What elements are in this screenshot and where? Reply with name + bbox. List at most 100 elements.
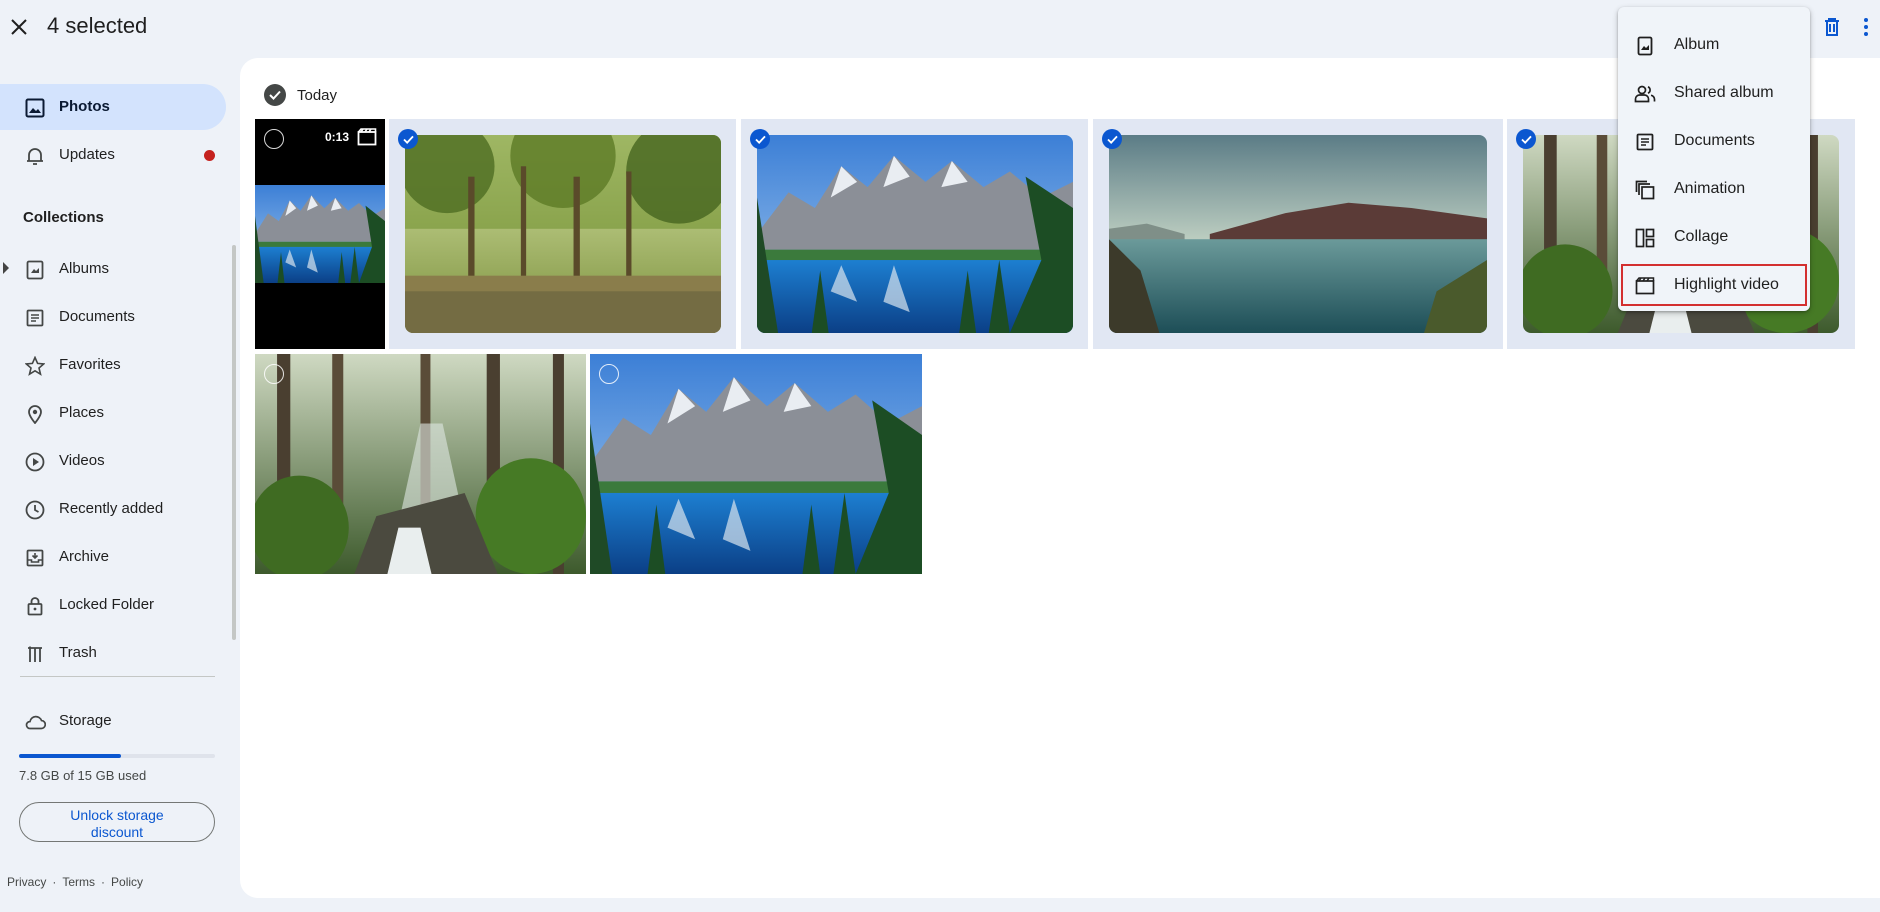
movie-icon [357, 128, 377, 146]
album-icon [24, 259, 46, 281]
photo-tile[interactable] [590, 354, 922, 574]
sidebar-item-favorites[interactable]: Favorites [0, 342, 226, 388]
storage-progress-fill [19, 754, 121, 758]
unlock-label-line2: discount [90, 823, 144, 840]
policy-link[interactable]: Policy [111, 875, 143, 889]
sidebar-scrollbar[interactable] [232, 245, 236, 640]
select-all-today-checkbox[interactable] [264, 84, 286, 106]
footer-separator: · [101, 875, 106, 889]
menu-item-highlight-video[interactable]: Highlight video [1618, 261, 1810, 309]
menu-item-label: Highlight video [1674, 276, 1779, 293]
sidebar-item-storage[interactable]: Storage [0, 698, 226, 744]
tile-select-checkbox[interactable] [1102, 129, 1122, 149]
tile-select-checkbox[interactable] [264, 364, 284, 384]
sidebar-item-archive[interactable]: Archive [0, 534, 226, 580]
sidebar-item-recently-added[interactable]: Recently added [0, 486, 226, 532]
sidebar-item-label: Places [59, 404, 105, 421]
photo-icon [24, 97, 46, 119]
lock-icon [24, 595, 46, 617]
trash-icon [1825, 18, 1839, 36]
storage-progress-bar [19, 754, 215, 758]
star-icon [24, 355, 46, 377]
photo-tile[interactable] [741, 119, 1088, 349]
sidebar-item-label: Albums [59, 260, 110, 277]
video-duration: 0:13 [324, 130, 349, 144]
date-label: Today [297, 86, 338, 104]
menu-item-label: Documents [1674, 132, 1755, 149]
terms-link[interactable]: Terms [62, 875, 95, 889]
sidebar-item-documents[interactable]: Documents [0, 294, 226, 340]
sidebar-item-updates[interactable]: Updates [0, 132, 226, 178]
storage-usage-text: 7.8 GB of 15 GB used [19, 768, 147, 783]
document-icon [24, 307, 46, 329]
document-icon [1634, 131, 1656, 153]
photo-thumbnail [757, 135, 1073, 333]
privacy-link[interactable]: Privacy [7, 875, 46, 889]
photo-tile[interactable] [389, 119, 736, 349]
photo-tile[interactable] [1093, 119, 1503, 349]
sidebar-item-label: Storage [59, 712, 112, 729]
menu-item-animation[interactable]: Animation [1618, 165, 1810, 213]
sidebar-item-videos[interactable]: Videos [0, 438, 226, 484]
close-selection-button[interactable] [4, 12, 34, 42]
tile-select-checkbox[interactable] [398, 129, 418, 149]
tile-select-checkbox[interactable] [1516, 129, 1536, 149]
tile-select-checkbox[interactable] [599, 364, 619, 384]
menu-item-label: Collage [1674, 228, 1729, 245]
sidebar-item-label: Documents [59, 308, 135, 325]
sidebar-item-albums[interactable]: Albums [0, 246, 226, 292]
video-thumbnail [255, 185, 385, 283]
more-options-button[interactable] [1853, 14, 1879, 40]
sidebar: Photos Updates Collections Albums Docume… [0, 70, 236, 912]
sidebar-item-photos[interactable]: Photos [0, 84, 226, 130]
clock-icon [24, 499, 46, 521]
delete-button[interactable] [1819, 14, 1845, 40]
notification-badge [204, 150, 215, 161]
add-to-menu: Album Shared album Documents Animation C… [1618, 7, 1810, 311]
menu-item-shared-album[interactable]: Shared album [1618, 69, 1810, 117]
footer-links: Privacy · Terms · Policy [7, 875, 143, 889]
sidebar-item-trash[interactable]: Trash [0, 630, 226, 676]
check-icon [1106, 135, 1118, 144]
sidebar-item-locked-folder[interactable]: Locked Folder [0, 582, 226, 628]
collage-icon [1634, 227, 1656, 249]
play-circle-icon [24, 451, 46, 473]
photo-tile-video[interactable]: 0:13 [255, 119, 385, 349]
menu-item-album[interactable]: Album [1618, 21, 1810, 69]
photo-thumbnail [255, 354, 586, 574]
bell-icon [24, 145, 46, 167]
sidebar-item-label: Photos [59, 98, 110, 115]
menu-item-documents[interactable]: Documents [1618, 117, 1810, 165]
check-icon [754, 135, 766, 144]
photo-thumbnail [1109, 135, 1487, 333]
sidebar-item-label: Archive [59, 548, 110, 565]
unlock-label-line1: Unlock storage [70, 806, 164, 823]
collections-title: Collections [23, 209, 104, 226]
expand-arrow-icon[interactable] [3, 262, 9, 274]
trash-icon [24, 643, 46, 665]
more-vert-icon [1864, 18, 1868, 36]
sidebar-item-label: Trash [59, 644, 97, 661]
location-pin-icon [24, 403, 46, 425]
cloud-icon [24, 711, 46, 733]
menu-item-collage[interactable]: Collage [1618, 213, 1810, 261]
unlock-storage-discount-button[interactable]: Unlock storage discount [19, 802, 215, 842]
photo-tile[interactable] [255, 354, 586, 574]
archive-icon [24, 547, 46, 569]
top-bar: 4 selected [0, 0, 1880, 56]
tile-select-checkbox[interactable] [750, 129, 770, 149]
sidebar-divider [20, 676, 215, 677]
sidebar-item-label: Favorites [59, 356, 121, 373]
close-icon [11, 19, 27, 35]
people-icon [1634, 83, 1656, 105]
check-icon [269, 90, 281, 100]
sidebar-item-label: Videos [59, 452, 105, 469]
sidebar-item-label: Updates [59, 146, 115, 163]
tile-select-checkbox[interactable] [264, 129, 284, 149]
movie-icon [1634, 275, 1656, 297]
menu-item-label: Animation [1674, 180, 1746, 197]
check-icon [402, 135, 414, 144]
sidebar-item-places[interactable]: Places [0, 390, 226, 436]
photo-thumbnail [590, 354, 922, 574]
check-icon [1520, 135, 1532, 144]
